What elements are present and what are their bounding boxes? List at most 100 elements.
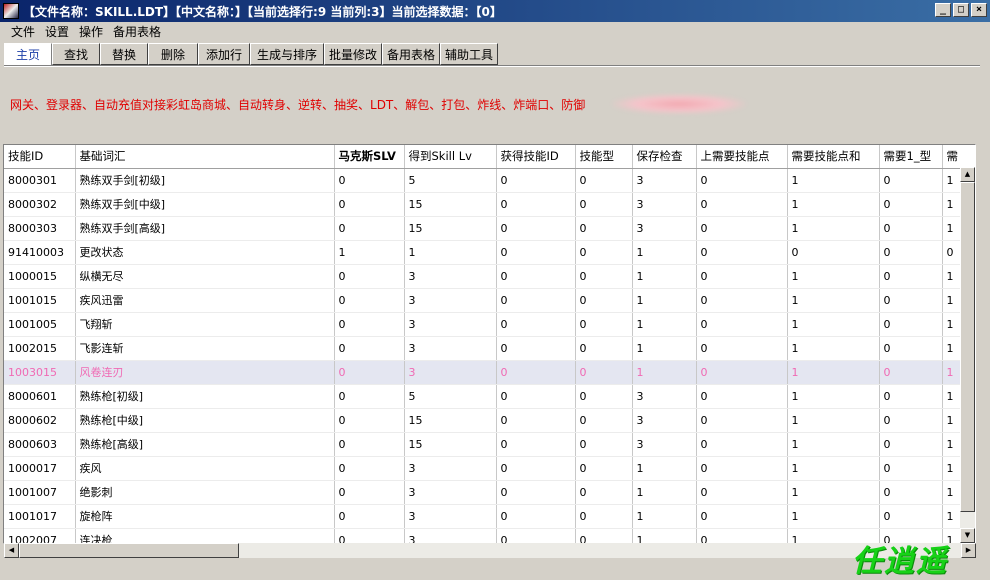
table-cell[interactable]: 0 (496, 312, 576, 337)
table-cell[interactable]: 1 (787, 432, 880, 457)
table-cell[interactable]: 0 (879, 216, 943, 241)
table-cell[interactable]: 熟练双手剑[高级] (75, 216, 335, 241)
table-cell[interactable]: 0 (575, 288, 633, 313)
table-row[interactable]: 1000015 纵横无尽 0 3 0 0 1 0 1 0 1 (4, 264, 975, 289)
table-cell[interactable]: 1 (632, 336, 697, 361)
table-row[interactable]: 1003015 风卷连刃 0 3 0 0 1 0 1 0 1 (4, 360, 975, 385)
table-cell[interactable]: 15 (404, 408, 497, 433)
table-cell[interactable]: 3 (404, 504, 497, 529)
table-row[interactable]: 8000602 熟练枪[中级] 0 15 0 0 3 0 1 0 1 (4, 408, 975, 433)
table-cell[interactable]: 0 (575, 216, 633, 241)
table-cell[interactable]: 1 (632, 480, 697, 505)
tab-replace[interactable]: 替换 (100, 43, 148, 65)
table-cell[interactable]: 1 (787, 168, 880, 193)
table-cell[interactable]: 3 (632, 384, 697, 409)
table-cell[interactable]: 8000603 (4, 432, 76, 457)
table-cell[interactable]: 0 (879, 480, 943, 505)
table-cell[interactable]: 0 (696, 504, 788, 529)
menu-settings[interactable]: 设置 (40, 23, 74, 40)
table-cell[interactable]: 0 (696, 408, 788, 433)
vertical-scrollbar[interactable]: ▲ ▼ (960, 167, 975, 543)
table-cell[interactable]: 0 (575, 336, 633, 361)
table-cell[interactable]: 疾风 (75, 456, 335, 481)
table-row[interactable]: 8000302 熟练双手剑[中级] 0 15 0 0 3 0 1 0 1 (4, 192, 975, 217)
table-cell[interactable]: 0 (334, 528, 405, 543)
table-cell[interactable]: 1 (787, 264, 880, 289)
table-row[interactable]: 1002007 连决枪 0 3 0 0 1 0 1 0 1 (4, 528, 975, 543)
table-cell[interactable]: 1 (787, 456, 880, 481)
table-cell[interactable]: 1 (632, 528, 697, 543)
table-cell[interactable]: 0 (696, 192, 788, 217)
table-cell[interactable]: 3 (632, 408, 697, 433)
table-cell[interactable]: 0 (696, 528, 788, 543)
table-cell[interactable]: 0 (787, 240, 880, 265)
table-row[interactable]: 8000303 熟练双手剑[高级] 0 15 0 0 3 0 1 0 1 (4, 216, 975, 241)
col-header[interactable]: 马克斯SLV (334, 145, 405, 169)
menu-operations[interactable]: 操作 (74, 23, 108, 40)
table-cell[interactable]: 5 (404, 384, 497, 409)
table-cell[interactable]: 0 (334, 264, 405, 289)
table-cell[interactable]: 0 (575, 408, 633, 433)
table-cell[interactable]: 15 (404, 216, 497, 241)
col-header[interactable]: 需要技能点和 (787, 145, 880, 169)
table-cell[interactable]: 0 (496, 360, 576, 385)
table-cell[interactable]: 熟练枪[初级] (75, 384, 335, 409)
col-header[interactable]: 上需要技能点 (696, 145, 788, 169)
col-header[interactable]: 得到Skill Lv (404, 145, 497, 169)
table-cell[interactable]: 15 (404, 432, 497, 457)
table-cell[interactable]: 0 (879, 360, 943, 385)
table-cell[interactable]: 8000302 (4, 192, 76, 217)
table-cell[interactable]: 3 (404, 480, 497, 505)
table-cell[interactable]: 熟练双手剑[初级] (75, 168, 335, 193)
table-cell[interactable]: 0 (696, 240, 788, 265)
table-cell[interactable]: 0 (696, 264, 788, 289)
menu-file[interactable]: 文件 (6, 23, 40, 40)
col-header[interactable]: 保存检查 (632, 145, 697, 169)
table-cell[interactable]: 0 (496, 384, 576, 409)
table-cell[interactable]: 1 (787, 216, 880, 241)
table-cell[interactable]: 0 (696, 336, 788, 361)
table-cell[interactable]: 1 (787, 336, 880, 361)
tab-helper-tools[interactable]: 辅助工具 (440, 43, 498, 65)
table-cell[interactable]: 0 (696, 432, 788, 457)
table-cell[interactable]: 0 (575, 456, 633, 481)
table-cell[interactable]: 15 (404, 192, 497, 217)
table-cell[interactable]: 0 (575, 312, 633, 337)
table-cell[interactable]: 0 (496, 528, 576, 543)
table-cell[interactable]: 纵横无尽 (75, 264, 335, 289)
table-cell[interactable]: 0 (334, 216, 405, 241)
table-cell[interactable]: 0 (334, 432, 405, 457)
table-cell[interactable]: 1 (787, 192, 880, 217)
scroll-left-arrow-icon[interactable]: ◀ (4, 543, 19, 558)
table-cell[interactable]: 0 (575, 360, 633, 385)
table-cell[interactable]: 3 (404, 528, 497, 543)
scroll-right-arrow-icon[interactable]: ▶ (961, 543, 976, 558)
table-cell[interactable]: 0 (879, 408, 943, 433)
table-cell[interactable]: 3 (404, 264, 497, 289)
col-header[interactable]: 需要1_型 (879, 145, 943, 169)
table-cell[interactable]: 0 (496, 240, 576, 265)
table-cell[interactable]: 0 (696, 288, 788, 313)
table-cell[interactable]: 0 (334, 192, 405, 217)
table-cell[interactable]: 1 (787, 384, 880, 409)
table-cell[interactable]: 0 (575, 264, 633, 289)
table-row[interactable]: 1001007 绝影刺 0 3 0 0 1 0 1 0 1 (4, 480, 975, 505)
table-cell[interactable]: 1002015 (4, 336, 76, 361)
table-cell[interactable]: 0 (334, 168, 405, 193)
table-cell[interactable]: 0 (696, 168, 788, 193)
tab-find[interactable]: 查找 (52, 43, 100, 65)
table-row[interactable]: 1001015 疾风迅雷 0 3 0 0 1 0 1 0 1 (4, 288, 975, 313)
table-cell[interactable]: 0 (334, 384, 405, 409)
table-cell[interactable]: 1 (787, 408, 880, 433)
table-cell[interactable]: 3 (632, 432, 697, 457)
tab-home[interactable]: 主页 (4, 43, 52, 66)
table-cell[interactable]: 1 (632, 288, 697, 313)
table-row[interactable]: 1001017 旋枪阵 0 3 0 0 1 0 1 0 1 (4, 504, 975, 529)
table-cell[interactable]: 0 (575, 504, 633, 529)
table-cell[interactable]: 0 (334, 456, 405, 481)
table-cell[interactable]: 0 (696, 360, 788, 385)
col-header[interactable]: 技能ID (4, 145, 76, 169)
table-cell[interactable]: 0 (879, 432, 943, 457)
table-cell[interactable]: 0 (496, 480, 576, 505)
data-table-frame[interactable]: 技能ID 基础词汇 马克斯SLV 得到Skill Lv 获得技能ID 技能型 保… (3, 144, 976, 544)
